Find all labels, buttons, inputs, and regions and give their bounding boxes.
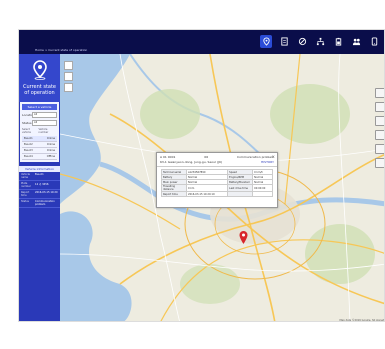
- print-icon[interactable]: [375, 158, 384, 168]
- history-link[interactable]: HISTORY: [261, 160, 274, 164]
- map-copyright: Map data ©2016 Google, SK planet: [339, 319, 385, 322]
- app-window: Home > Current state of operation Curren…: [18, 29, 385, 322]
- filter-label: Location: [22, 113, 35, 117]
- popup-header: A 01 0001 06 Communication problem: [157, 153, 277, 160]
- map-zoom-controls: [64, 61, 73, 92]
- close-icon[interactable]: ×: [272, 154, 275, 159]
- top-navigation-bar: Home > Current state of operation: [19, 30, 384, 54]
- list-item-name: Bus-01: [24, 137, 33, 140]
- ruler-icon[interactable]: [375, 102, 384, 112]
- filter-label: Status: [22, 121, 32, 125]
- popup-status: Communication problem: [236, 155, 274, 159]
- detail-value: Bus-01: [35, 173, 44, 176]
- table-value: 00:00:00: [252, 184, 273, 192]
- detail-key: Status: [21, 200, 29, 203]
- popup-vehicle-id: A 01 0001: [160, 155, 176, 159]
- location-pin-icon[interactable]: [260, 35, 272, 48]
- detail-row: Vehicle name Bus-01: [19, 172, 60, 181]
- table-value: [252, 191, 273, 197]
- vehicle-filter-panel: Select a vehicle Location All Status All…: [20, 102, 59, 162]
- list-item-status: Online: [46, 149, 55, 152]
- detail-key: Vehicle name: [21, 173, 30, 179]
- table-value: 0 km: [185, 184, 229, 192]
- breadcrumb: Home > Current state of operation: [35, 48, 88, 52]
- vehicle-info-popup: × A 01 0001 06 Communication problem 63-…: [156, 152, 278, 208]
- list-item-name: Bus-03: [24, 149, 33, 152]
- pan-button[interactable]: [64, 83, 73, 92]
- table-key: Last drive time: [227, 184, 254, 192]
- list-item-status: Online: [46, 143, 55, 146]
- table-row: Report time 2016-03-15 10:20:19: [161, 191, 273, 197]
- detail-value: 2016-03-15 10:20: [35, 191, 58, 194]
- table-value: 2016-03-15 10:20:19: [185, 191, 229, 197]
- sidebar: Current state of operation Select a vehi…: [19, 54, 60, 321]
- list-header-right[interactable]: Vehicle number: [39, 128, 57, 134]
- detail-value: 12 가 3456: [35, 183, 49, 186]
- sidebar-header: Current state of operation: [19, 54, 60, 102]
- detail-key: Plate number: [21, 182, 31, 188]
- vehicle-detail-panel: Vehicle information Vehicle name Bus-01 P…: [19, 166, 60, 208]
- status-select[interactable]: All: [32, 120, 57, 126]
- measure-area-icon[interactable]: [375, 116, 384, 126]
- location-pin-icon: [19, 54, 60, 84]
- popup-detail-table: Terminal serial a1234567890 Speed 0 km/h Ba…: [161, 169, 273, 197]
- sidebar-title-line2: of operation: [24, 90, 55, 96]
- list-item-status: Online: [46, 137, 55, 140]
- detail-row: Status Communication problem: [19, 199, 60, 208]
- location-select[interactable]: All: [32, 112, 57, 118]
- filter-row-status: Status All: [22, 120, 57, 126]
- map-tool-controls: [375, 88, 384, 168]
- popup-address: 63-1 Gwanyeon-dong, Jung-gu, Seoul (J9): [160, 160, 222, 164]
- detail-key: Report time: [21, 191, 30, 197]
- phone-icon[interactable]: [368, 35, 380, 48]
- battery-icon[interactable]: [332, 35, 344, 48]
- detail-value: Communication problem: [35, 200, 55, 206]
- table-key: [227, 191, 254, 197]
- table-row: Travelling distance 0 km Last drive time 00…: [161, 184, 273, 192]
- popup-vehicle-num: 06: [204, 155, 209, 159]
- layers-icon[interactable]: [375, 88, 384, 98]
- list-header: Select vehicle Vehicle number: [22, 128, 57, 134]
- list-item-name: Bus-04: [24, 155, 33, 158]
- top-icon-bar: [260, 35, 380, 48]
- list-item-status: Offline: [46, 155, 55, 158]
- vehicle-marker-icon[interactable]: [239, 231, 248, 245]
- people-icon[interactable]: [350, 35, 362, 48]
- popup-subheader: 63-1 Gwanyeon-dong, Jung-gu, Seoul (J9) …: [157, 160, 277, 167]
- map-view[interactable]: × A 01 0001 06 Communication problem 63-…: [60, 54, 385, 322]
- list-item[interactable]: Bus-04 Offline: [22, 154, 57, 160]
- zoom-out-button[interactable]: [64, 72, 73, 81]
- satellite-icon[interactable]: [375, 144, 384, 154]
- detail-row: Report time 2016-03-15 10:20: [19, 190, 60, 199]
- vehicle-list: Bus-01 Online Bus-02 Online Bus-03 Onlin…: [22, 136, 57, 160]
- table-key: Report time: [161, 191, 187, 197]
- list-item-name: Bus-02: [24, 143, 33, 146]
- document-icon[interactable]: [278, 35, 290, 48]
- list-header-left[interactable]: Select vehicle: [22, 128, 39, 134]
- detail-row: Plate number 12 가 3456: [19, 181, 60, 190]
- table-key: Travelling distance: [161, 184, 187, 192]
- pan-hand-icon[interactable]: [375, 130, 384, 140]
- filter-row-location: Location All: [22, 112, 57, 118]
- filter-title: Select a vehicle: [22, 104, 57, 110]
- disabled-icon[interactable]: [296, 35, 308, 48]
- zoom-in-button[interactable]: [64, 61, 73, 70]
- tree-icon[interactable]: [314, 35, 326, 48]
